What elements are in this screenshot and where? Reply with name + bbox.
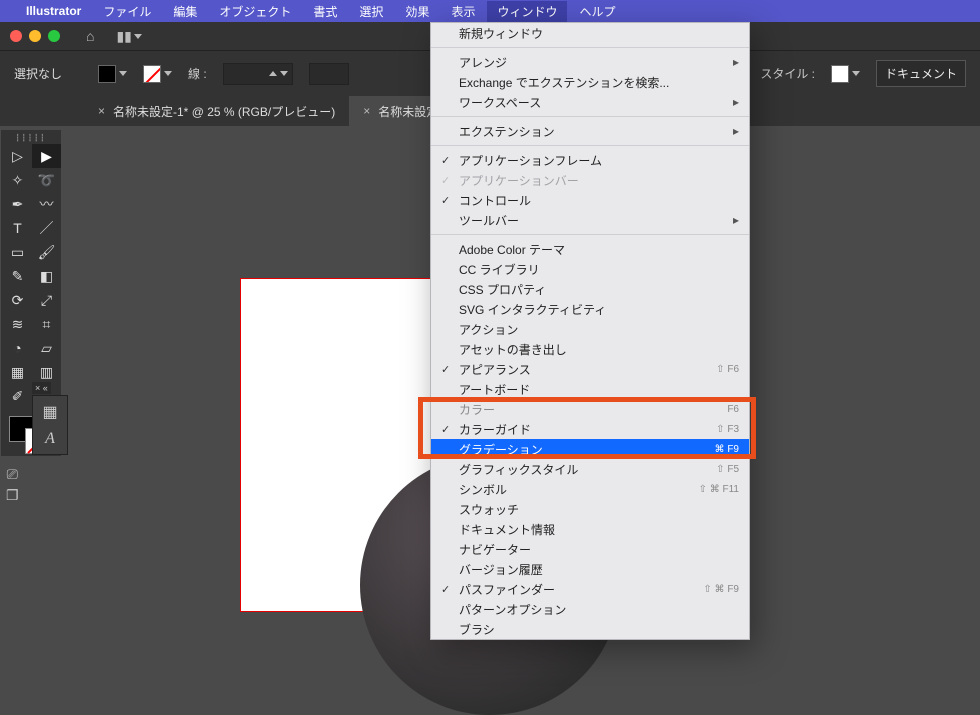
mi-css-properties[interactable]: CSS プロパティ bbox=[431, 279, 749, 299]
menu-effect[interactable]: 効果 bbox=[395, 1, 439, 22]
mi-app-bar: ✓アプリケーションバー bbox=[431, 170, 749, 190]
mi-cc-libraries[interactable]: CC ライブラリ bbox=[431, 259, 749, 279]
document-setup-button[interactable]: ドキュメント bbox=[876, 60, 966, 87]
menu-file[interactable]: ファイル bbox=[93, 1, 161, 22]
mi-asset-export[interactable]: アセットの書き出し bbox=[431, 339, 749, 359]
panel-close-icon[interactable]: × « bbox=[32, 382, 51, 394]
rotate-tool[interactable]: ⟳ bbox=[3, 288, 32, 312]
width-tool[interactable]: ≋ bbox=[3, 312, 32, 336]
color-panel-icon[interactable]: ▦ bbox=[42, 402, 57, 422]
opt-field[interactable] bbox=[309, 63, 349, 85]
free-transform-tool[interactable]: ⌗ bbox=[32, 312, 61, 336]
mi-color[interactable]: カラーF6 bbox=[431, 399, 749, 419]
mi-app-frame[interactable]: ✓アプリケーションフレーム bbox=[431, 150, 749, 170]
mi-appearance[interactable]: ✓アピアランス⇧ F6 bbox=[431, 359, 749, 379]
mi-extensions[interactable]: エクステンション▸ bbox=[431, 121, 749, 141]
menu-window[interactable]: ウィンドウ bbox=[487, 1, 567, 22]
tab-label: 名称未設定-1* @ 25 % (RGB/プレビュー) bbox=[113, 103, 335, 120]
pen-tool[interactable]: ✒ bbox=[3, 192, 32, 216]
mi-arrange[interactable]: アレンジ▸ bbox=[431, 52, 749, 72]
fill-swatch[interactable] bbox=[98, 65, 127, 83]
mi-swatches[interactable]: スウォッチ bbox=[431, 499, 749, 519]
mi-exchange[interactable]: Exchange でエクステンションを検索... bbox=[431, 72, 749, 92]
macos-menubar: Illustrator ファイル 編集 オブジェクト 書式 選択 効果 表示 ウ… bbox=[0, 0, 980, 22]
selection-tool[interactable]: ▷ bbox=[3, 144, 32, 168]
mi-svg-interactivity[interactable]: SVG インタラクティビティ bbox=[431, 299, 749, 319]
eyedropper-tool[interactable]: ✐ bbox=[3, 384, 32, 408]
menu-select[interactable]: 選択 bbox=[349, 1, 393, 22]
window-traffic-lights bbox=[10, 30, 60, 42]
mi-workspace[interactable]: ワークスペース▸ bbox=[431, 92, 749, 112]
window-close-button[interactable] bbox=[10, 30, 22, 42]
scale-tool[interactable]: ⤢ bbox=[32, 288, 61, 312]
close-icon[interactable]: × bbox=[363, 104, 370, 118]
shaper-tool[interactable]: ✎ bbox=[3, 264, 32, 288]
menu-type[interactable]: 書式 bbox=[303, 1, 347, 22]
stroke-swatch[interactable] bbox=[143, 65, 172, 83]
window-menu-dropdown: 新規ウィンドウ アレンジ▸ Exchange でエクステンションを検索... ワ… bbox=[430, 22, 750, 640]
mi-brushes[interactable]: ブラシ bbox=[431, 619, 749, 639]
mesh-tool[interactable]: ▦ bbox=[3, 360, 32, 384]
direct-selection-tool[interactable]: ▶ bbox=[32, 144, 61, 168]
close-icon[interactable]: × bbox=[98, 104, 105, 118]
shape-builder-tool[interactable]: ◔ bbox=[3, 336, 32, 360]
magic-wand-tool[interactable]: ✧ bbox=[3, 168, 32, 192]
style-swatch[interactable] bbox=[831, 65, 860, 83]
stroke-label: 線 : bbox=[188, 65, 207, 82]
gradient-tool[interactable]: ▥ bbox=[32, 360, 61, 384]
style-label: スタイル : bbox=[760, 65, 815, 82]
window-minimize-button[interactable] bbox=[29, 30, 41, 42]
mi-actions[interactable]: アクション bbox=[431, 319, 749, 339]
app-menu[interactable]: Illustrator bbox=[16, 2, 91, 20]
mi-graphic-styles[interactable]: グラフィックスタイル⇧ F5 bbox=[431, 459, 749, 479]
change-screen-mode-icon[interactable]: ❐ bbox=[6, 487, 19, 504]
mi-toolbar[interactable]: ツールバー▸ bbox=[431, 210, 749, 230]
mi-adobe-color[interactable]: Adobe Color テーマ bbox=[431, 239, 749, 259]
type-tool[interactable]: T bbox=[3, 216, 32, 240]
document-tab[interactable]: × 名称未設定-1* @ 25 % (RGB/プレビュー) bbox=[84, 96, 349, 126]
line-tool[interactable]: ／ bbox=[32, 216, 61, 240]
mi-version-history[interactable]: バージョン履歴 bbox=[431, 559, 749, 579]
mi-pattern-options[interactable]: パターンオプション bbox=[431, 599, 749, 619]
home-icon[interactable]: ⌂ bbox=[86, 28, 94, 44]
paintbrush-tool[interactable]: 🖌 bbox=[32, 240, 61, 264]
mi-color-guide[interactable]: ✓カラーガイド⇧ F3 bbox=[431, 419, 749, 439]
mi-new-window[interactable]: 新規ウィンドウ bbox=[431, 23, 749, 43]
eraser-tool[interactable]: ◧ bbox=[32, 264, 61, 288]
type-panel-icon[interactable]: A bbox=[45, 430, 55, 448]
menu-edit[interactable]: 編集 bbox=[163, 1, 207, 22]
curvature-tool[interactable]: 〰 bbox=[32, 192, 61, 216]
mi-symbols[interactable]: シンボル⇧ ⌘ F11 bbox=[431, 479, 749, 499]
collapsed-panel-dock[interactable]: ▦ A bbox=[32, 395, 68, 455]
mi-artboard[interactable]: アートボード bbox=[431, 379, 749, 399]
screen-mode-icon[interactable]: ⎚ bbox=[7, 466, 18, 483]
mi-control[interactable]: ✓コントロール bbox=[431, 190, 749, 210]
perspective-tool[interactable]: ▱ bbox=[32, 336, 61, 360]
mi-pathfinder[interactable]: ✓パスファインダー⇧ ⌘ F9 bbox=[431, 579, 749, 599]
menu-help[interactable]: ヘルプ bbox=[569, 1, 625, 22]
mi-navigator[interactable]: ナビゲーター bbox=[431, 539, 749, 559]
stroke-weight-field[interactable] bbox=[223, 63, 293, 85]
lasso-tool[interactable]: ➰ bbox=[32, 168, 61, 192]
mi-doc-info[interactable]: ドキュメント情報 bbox=[431, 519, 749, 539]
panel-handle[interactable]: ┇┇┇┇┇ bbox=[3, 134, 59, 142]
workspace-switcher[interactable]: ▮▮ bbox=[116, 28, 141, 45]
selection-label: 選択なし bbox=[14, 65, 62, 82]
menu-object[interactable]: オブジェクト bbox=[209, 1, 301, 22]
mi-gradient[interactable]: グラデーション⌘ F9 bbox=[431, 439, 749, 459]
window-maximize-button[interactable] bbox=[48, 30, 60, 42]
rectangle-tool[interactable]: ▭ bbox=[3, 240, 32, 264]
menu-view[interactable]: 表示 bbox=[441, 1, 485, 22]
